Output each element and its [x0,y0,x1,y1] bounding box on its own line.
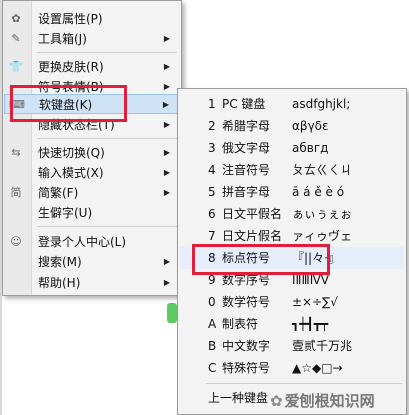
submenu-arrow-icon: ▶ [163,34,170,43]
soft-keyboard-chinese-numbers[interactable]: B 中文数字 壹贰千万兆 [180,335,404,357]
simplified-traditional-icon: 简 [10,186,22,199]
submenu-arrow-icon: ▶ [163,188,170,197]
submenu-arrow-icon: ▶ [163,120,170,129]
soft-keyboard-pc[interactable]: 1 PC 键盘 asdfghjkl; [180,93,404,115]
soft-keyboard-hiragana[interactable]: 6 日文平假名 ぁぃぅぇぉ [180,203,404,225]
menu-item-hide-statusbar[interactable]: 隐藏状态栏(T) ▶ [4,115,180,135]
menu-item-input-mode[interactable]: 输入模式(X) ▶ [4,163,180,183]
gear-icon: ✿ [11,12,21,25]
submenu-arrow-icon: ▶ [163,168,170,177]
paw-icon: ✿ [270,392,283,410]
menu-item-quick-switch[interactable]: ⇆ 快速切换(Q) ▶ [4,143,180,163]
menu-item-toolbox[interactable]: ✎ 工具箱(J) ▶ [4,29,180,49]
menu-item-change-skin[interactable]: 👕 更换皮肤(R) ▶ [4,57,180,77]
soft-keyboard-number-serial[interactable]: 9 数字序号 ⅠⅡⅢⅣⅤ [180,269,404,291]
soft-keyboard-greek[interactable]: 2 希腊字母 αβγδε [180,115,404,137]
menu-item-simplified-traditional[interactable]: 简 简繁(F) ▶ [4,183,180,203]
soft-keyboard-russian[interactable]: 3 俄文字母 абвгд [180,137,404,159]
soft-keyboard-katakana[interactable]: 7 日文片假名 ァィゥヴェ [180,225,404,247]
submenu-arrow-icon: ▶ [163,278,170,287]
soft-keyboard-submenu: 1 PC 键盘 asdfghjkl; 2 希腊字母 αβγδε 3 俄文字母 а… [177,88,407,415]
menu-item-login[interactable]: ☺ 登录个人中心(L) [4,232,180,252]
switch-icon: ⇆ [11,146,21,159]
submenu-arrow-icon: ▶ [162,100,169,109]
soft-keyboard-pinyin[interactable]: 5 拼音字母 ā á ě è ó [180,181,404,203]
shirt-icon: 👕 [9,60,23,73]
submenu-arrow-icon: ▶ [163,257,170,266]
menu-item-soft-keyboard[interactable]: ⌨ 软键盘(K) ▶ [4,94,180,114]
submenu-arrow-icon: ▶ [163,62,170,71]
menu-item-help[interactable]: 帮助(H) ▶ [4,273,180,293]
menu-item-settings[interactable]: ✿ 设置属性(P) [4,9,180,29]
keyboard-icon: ⌨ [9,98,25,111]
context-menu: ✿ 设置属性(P) ✎ 工具箱(J) ▶ 👕 更换皮肤(R) ▶ 符号表情(B)… [2,0,182,296]
soft-keyboard-zhuyin[interactable]: 4 注音符号 ㄆㄊㄍㄑㄐ [180,159,404,181]
soft-keyboard-punctuation[interactable]: 8 标点符号 『||々·』 [180,247,404,269]
user-icon: ☺ [10,235,22,248]
background-green-mark [167,303,177,323]
menu-separator [37,226,177,227]
soft-keyboard-box-drawing[interactable]: A 制表符 ┓┿┫┳┯ [180,313,404,335]
soft-keyboard-special-symbols[interactable]: C 特殊符号 ▲☆◆□→ [180,357,404,379]
menu-item-search[interactable]: 搜索(M) ▶ [4,252,180,272]
watermark: ✿ 爱刨根知识网 [270,392,375,410]
submenu-arrow-icon: ▶ [163,148,170,157]
menu-item-rare-characters[interactable]: 生僻字(U) [4,203,180,223]
soft-keyboard-math[interactable]: 0 数学符号 ±×÷∑√ [180,291,404,313]
wrench-icon: ✎ [11,32,21,45]
menu-separator [37,138,177,139]
menu-separator [37,52,177,53]
menu-separator [206,383,402,384]
